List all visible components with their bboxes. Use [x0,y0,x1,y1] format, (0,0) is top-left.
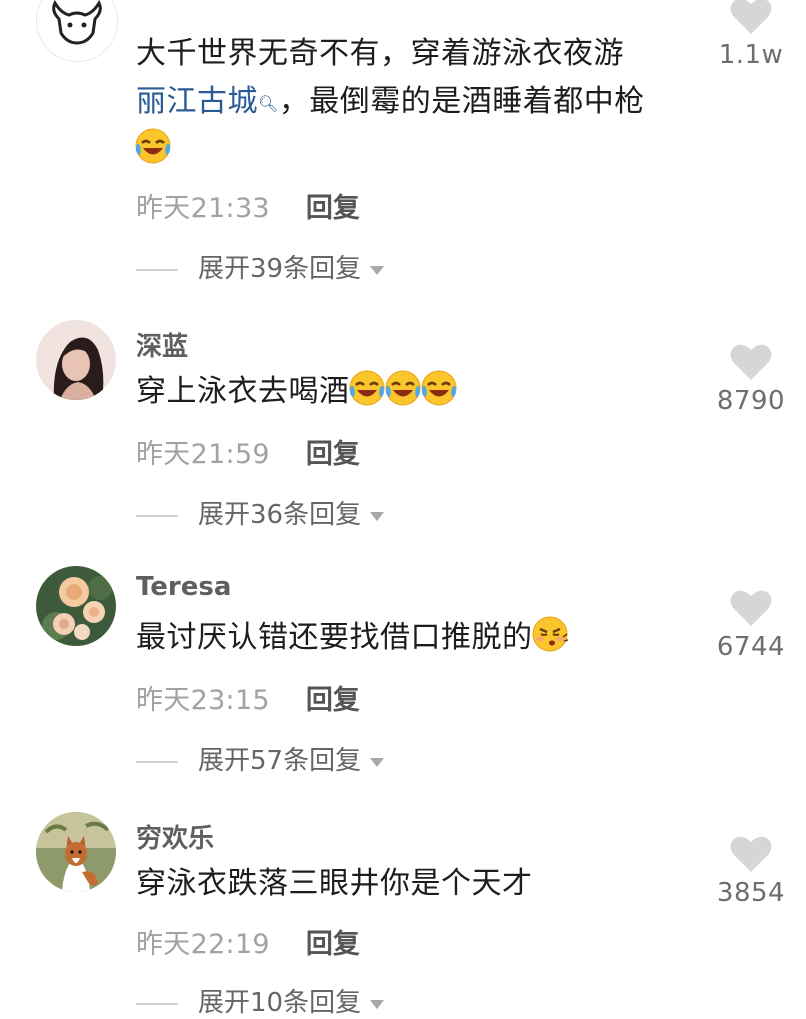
avatar[interactable] [36,320,116,400]
like-count: 3854 [716,878,786,908]
triangle-down-icon [370,265,385,275]
comment-meta: 昨天22:19 回复 [136,922,360,961]
like-button[interactable]: 6744 [716,588,786,662]
expand-replies-button[interactable]: 展开57条回复 [136,740,385,777]
laughing-crying-emoji-icon [134,127,172,165]
avatar[interactable] [36,812,116,892]
like-count: 8790 [716,386,786,416]
triangle-down-icon [370,511,385,521]
expand-replies-button[interactable]: 展开10条回复 [136,982,385,1019]
dog-icon [36,812,116,892]
username[interactable]: Teresa [136,572,231,602]
comment-text: 大千世界无奇不有，穿着游泳衣夜游 丽江古城🔍︎，最倒霉的是酒睡着都中枪 [134,30,706,174]
username[interactable]: 深蓝 [136,326,188,363]
comment-meta: 昨天21:59 回复 [136,432,360,471]
like-button[interactable]: 1.1w [716,0,786,70]
heart-icon [730,590,772,626]
comment-meta: 昨天21:33 回复 [136,186,360,225]
timestamp: 昨天22:19 [136,929,270,960]
bull-skull-icon [37,0,117,61]
comment-text: 穿泳衣跌落三眼井你是个天才 [136,866,533,901]
like-button[interactable]: 8790 [716,342,786,416]
divider [136,1002,178,1005]
like-count: 1.1w [718,40,784,70]
username[interactable]: 穷欢乐 [136,818,214,855]
woman-portrait-icon [36,320,116,400]
laughing-crying-emoji-icon [420,369,458,407]
comment-text: 穿上泳衣去喝酒 [136,368,706,416]
avatar[interactable] [36,566,116,646]
search-icon: 🔍︎ [258,94,279,113]
triangle-down-icon [370,757,385,767]
divider [136,514,178,517]
heart-icon [730,836,772,872]
like-button[interactable]: 3854 [716,834,786,908]
heart-icon [730,0,772,34]
timestamp: 昨天23:15 [136,685,270,716]
triangle-down-icon [370,999,385,1009]
heart-icon [730,344,772,380]
location-link[interactable]: 丽江古城🔍︎ [136,84,279,119]
avatar[interactable] [36,0,118,62]
comment-text: 最讨厌认错还要找借口推脱的 [136,614,706,662]
timestamp: 昨天21:33 [136,193,270,224]
laughing-crying-emoji-icon [348,369,386,407]
reply-button[interactable]: 回复 [306,685,360,716]
sulking-emoji-icon [531,615,569,653]
timestamp: 昨天21:59 [136,439,270,470]
roses-icon [36,566,116,646]
reply-button[interactable]: 回复 [306,193,360,224]
reply-button[interactable]: 回复 [306,439,360,470]
expand-replies-button[interactable]: 展开36条回复 [136,494,385,531]
expand-replies-button[interactable]: 展开39条回复 [136,248,385,285]
divider [136,268,178,271]
divider [136,760,178,763]
laughing-crying-emoji-icon [384,369,422,407]
like-count: 6744 [716,632,786,662]
comment-meta: 昨天23:15 回复 [136,678,360,717]
reply-button[interactable]: 回复 [306,929,360,960]
